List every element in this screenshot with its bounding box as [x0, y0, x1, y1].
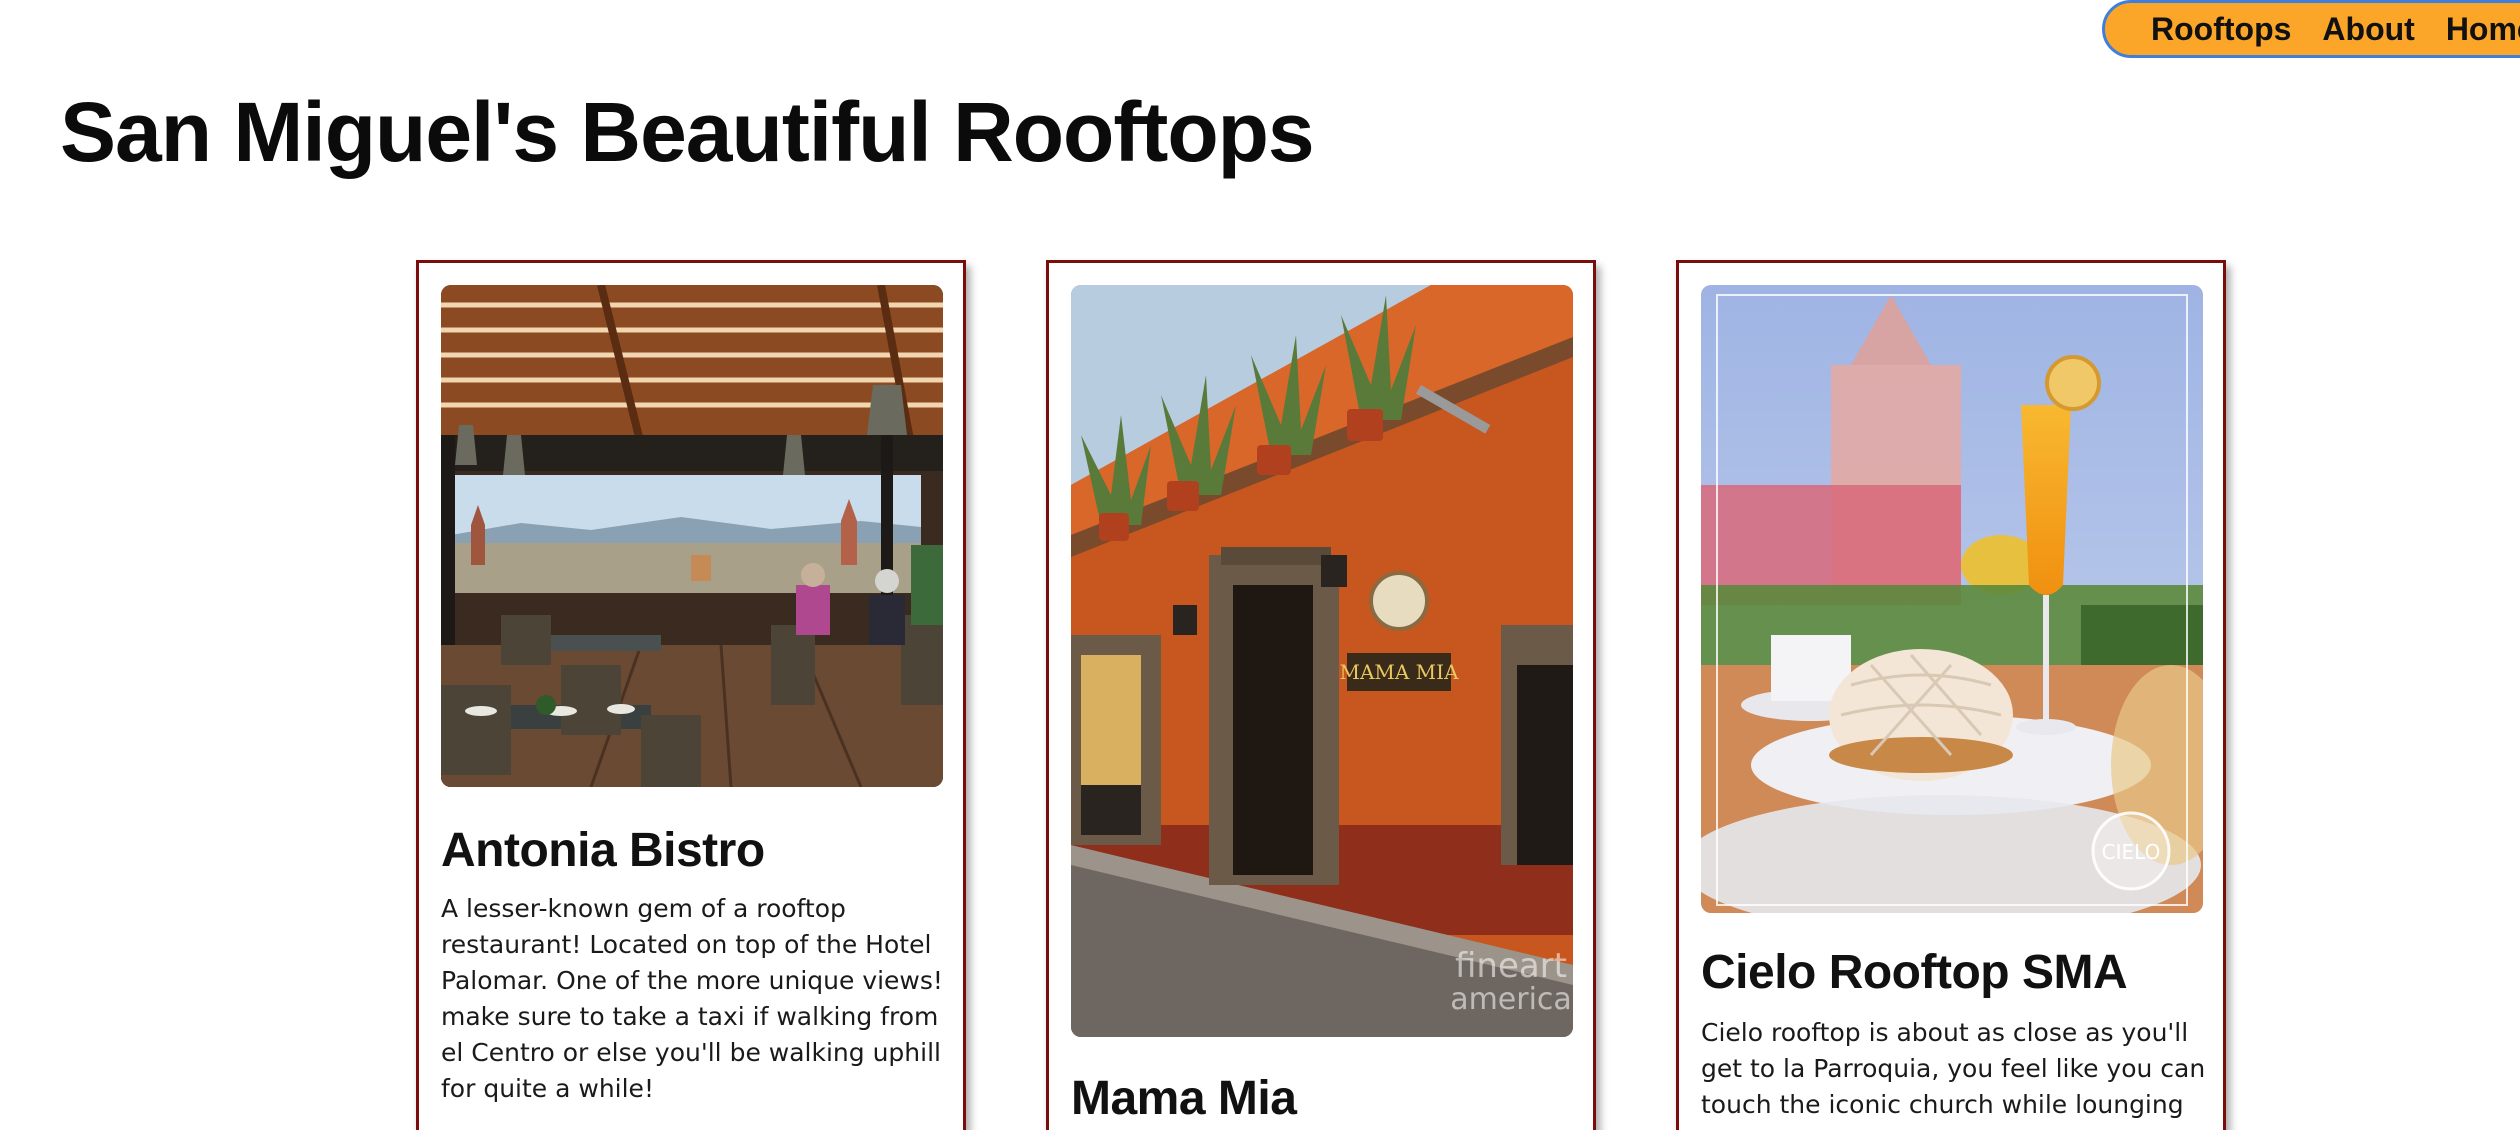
- mama-mia-title: Mama Mia: [1071, 1072, 1297, 1125]
- watermark-top-text: fineart: [1455, 946, 1567, 986]
- restaurant-terrace-photo-icon: [441, 285, 943, 787]
- rooftop-card-mama-mia: MAMA MIA fineart america Mama Mia: [1046, 260, 1596, 1130]
- nav-link-home[interactable]: Home: [2446, 11, 2520, 48]
- antonia-bistro-description: A lesser-known gem of a rooftop restaura…: [441, 894, 943, 1103]
- antonia-bistro-title: Antonia Bistro: [441, 824, 765, 877]
- top-nav: Rooftops About Home: [2102, 0, 2520, 58]
- cielo-rooftop-description: Cielo rooftop is about as close as you'l…: [1701, 1018, 2206, 1119]
- cielo-rooftop-title: Cielo Rooftop SMA: [1701, 946, 2128, 999]
- cielo-rooftop-image: CIELO: [1701, 285, 2203, 913]
- page: Rooftops About Home San Miguel's Beautif…: [0, 0, 2520, 1130]
- cielo-logo-text: CIELO: [2102, 840, 2161, 864]
- mama-mia-sign-text: MAMA MIA: [1339, 660, 1459, 684]
- mama-mia-image: MAMA MIA fineart america: [1071, 285, 1573, 1037]
- nav-link-about[interactable]: About: [2322, 11, 2414, 48]
- antonia-bistro-image: [441, 285, 943, 787]
- orange-building-photo-icon: MAMA MIA fineart america: [1071, 285, 1573, 1037]
- page-title: San Miguel's Beautiful Rooftops: [60, 85, 1315, 179]
- rooftop-card-antonia-bistro: Antonia Bistro A lesser-known gem of a r…: [416, 260, 966, 1130]
- nav-link-rooftops[interactable]: Rooftops: [2151, 11, 2291, 48]
- rooftop-card-cielo: CIELO Cielo Rooftop SMA Cielo rooftop is…: [1676, 260, 2226, 1130]
- pastry-mimosa-photo-icon: CIELO: [1701, 285, 2203, 913]
- watermark-bottom-text: america: [1450, 982, 1572, 1017]
